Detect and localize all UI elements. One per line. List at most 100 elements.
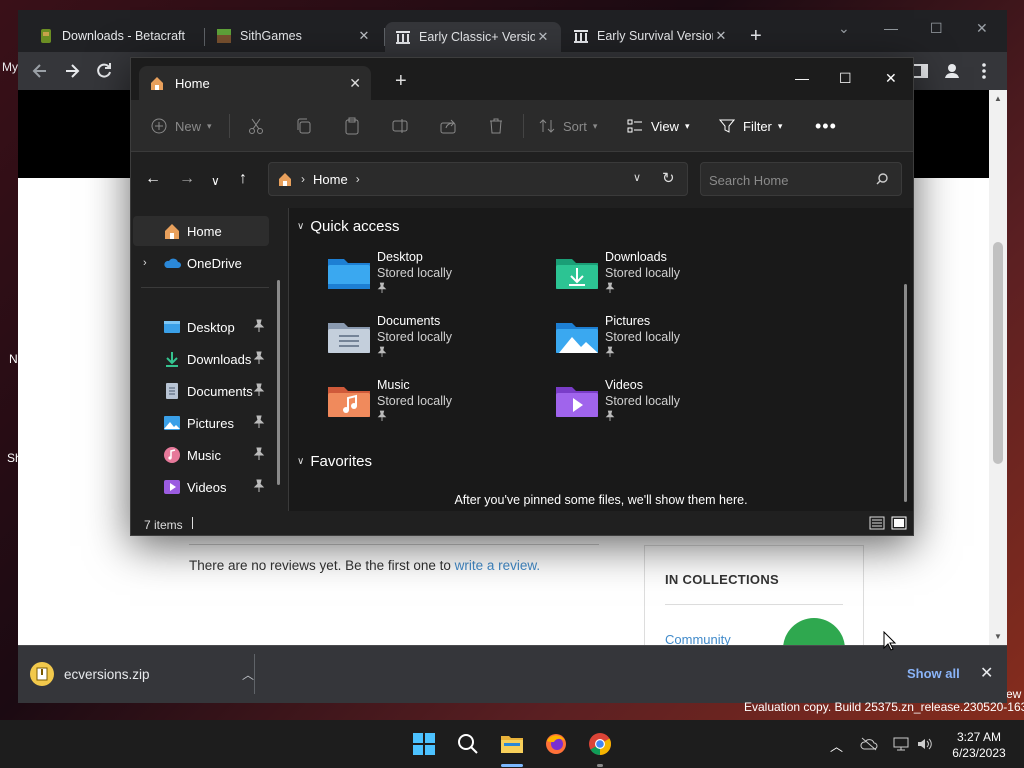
nav-item-music[interactable]: Music — [133, 440, 269, 470]
explorer-minimize-button[interactable]: — — [795, 70, 809, 86]
favorites-header[interactable]: ∨ Favorites — [297, 453, 372, 470]
chrome-minimize-button[interactable]: — — [884, 20, 898, 36]
windows-start-icon[interactable] — [412, 732, 436, 756]
new-tab-button[interactable]: + — [750, 26, 762, 46]
page-scrollbar[interactable]: ▲ ▼ — [989, 90, 1007, 645]
paste-icon[interactable] — [343, 116, 361, 136]
pin-icon[interactable] — [253, 415, 265, 429]
expand-chevron-icon[interactable]: › — [143, 257, 163, 269]
search-icon[interactable] — [875, 172, 889, 186]
search-icon[interactable] — [456, 732, 480, 756]
back-arrow-icon[interactable] — [30, 61, 50, 81]
recent-locations-chevron-icon[interactable]: ∨ — [211, 174, 220, 188]
forward-arrow-icon[interactable]: → — [179, 170, 195, 188]
up-arrow-icon[interactable]: ↑ — [239, 170, 247, 188]
rename-icon[interactable] — [391, 116, 409, 136]
nav-pane-scrollbar[interactable] — [277, 280, 280, 485]
chrome-tab-early-classic[interactable]: Early Classic+ Versions ✕ — [385, 22, 561, 52]
volume-icon[interactable] — [916, 736, 934, 752]
details-view-icon[interactable] — [869, 516, 885, 530]
file-explorer-icon[interactable] — [500, 732, 524, 756]
back-arrow-icon[interactable]: ← — [145, 170, 161, 188]
chevron-down-icon[interactable]: ∨ — [297, 221, 304, 232]
pin-icon — [605, 346, 615, 357]
network-icon[interactable] — [892, 736, 910, 752]
quick-access-documents[interactable]: Documents Stored locally — [327, 314, 527, 364]
explorer-tab-home[interactable]: Home ✕ — [139, 66, 371, 100]
nav-item-pictures[interactable]: Pictures — [133, 408, 269, 438]
chevron-up-icon[interactable]: ︿ — [830, 736, 843, 755]
tab-search-icon[interactable]: ⌄ — [838, 20, 850, 37]
close-icon[interactable]: ✕ — [349, 75, 361, 92]
firefox-icon[interactable] — [544, 732, 568, 756]
download-item[interactable]: ecversions.zip ︿ — [30, 656, 254, 692]
pin-icon[interactable] — [253, 319, 265, 333]
address-bar[interactable]: › Home › ∨ ↻ — [268, 162, 688, 196]
scrollbar-thumb[interactable] — [993, 242, 1003, 464]
new-button[interactable]: New ▾ — [151, 116, 212, 136]
kebab-menu-icon[interactable] — [974, 61, 994, 81]
chrome-close-button[interactable]: ✕ — [976, 20, 988, 37]
chrome-maximize-button[interactable]: ☐ — [930, 20, 943, 37]
quick-access-music[interactable]: Music Stored locally — [327, 378, 527, 428]
tiles-view-icon[interactable] — [891, 516, 907, 530]
chrome-tab-downloads[interactable]: Downloads - Betacraft — [28, 23, 204, 49]
refresh-icon[interactable]: ↻ — [662, 169, 675, 187]
search-box[interactable] — [700, 162, 902, 196]
chevron-up-icon[interactable]: ︿ — [242, 666, 254, 683]
search-input[interactable] — [709, 171, 869, 189]
nav-item-documents[interactable]: Documents — [133, 376, 269, 406]
explorer-maximize-button[interactable]: ☐ — [839, 70, 852, 87]
sort-button[interactable]: Sort ▾ — [539, 116, 597, 136]
copy-icon[interactable] — [295, 116, 313, 136]
nav-item-desktop[interactable]: Desktop — [133, 312, 269, 342]
pin-icon[interactable] — [253, 447, 265, 461]
close-download-bar-icon[interactable]: ✕ — [980, 663, 993, 683]
content-scrollbar[interactable] — [904, 284, 907, 502]
taskbar-clock[interactable]: 3:27 AM 6/23/2023 — [946, 729, 1012, 761]
collection-badge-icon[interactable] — [783, 618, 845, 645]
pin-icon[interactable] — [253, 479, 265, 493]
write-review-link[interactable]: write a review. — [455, 558, 541, 573]
nav-item-downloads[interactable]: Downloads — [133, 344, 269, 374]
quick-access-desktop[interactable]: Desktop Stored locally — [327, 250, 527, 300]
filter-button[interactable]: Filter ▾ — [719, 116, 782, 136]
pin-icon[interactable] — [253, 351, 265, 365]
scroll-up-icon[interactable]: ▲ — [994, 94, 1002, 103]
view-button[interactable]: View ▾ — [627, 116, 689, 136]
cut-icon[interactable] — [247, 116, 265, 136]
nav-item-onedrive[interactable]: › OneDrive — [133, 248, 269, 278]
nav-item-home[interactable]: Home — [133, 216, 269, 246]
quick-access-header[interactable]: ∨ Quick access — [297, 218, 400, 235]
scroll-down-icon[interactable]: ▼ — [994, 632, 1002, 641]
reload-icon[interactable] — [94, 61, 114, 81]
chrome-tab-sithgames[interactable]: SithGames ✕ — [206, 23, 382, 49]
chrome-tab-early-survival[interactable]: Early Survival Versions ✕ — [563, 23, 739, 49]
share-icon[interactable] — [439, 116, 457, 136]
show-all-button[interactable]: Show all — [907, 666, 960, 681]
quick-access-downloads[interactable]: Downloads Stored locally — [555, 250, 755, 300]
nav-item-videos[interactable]: Videos — [133, 472, 269, 502]
breadcrumb-home[interactable]: Home — [313, 172, 348, 187]
more-options-button[interactable]: ••• — [815, 116, 837, 136]
profile-avatar-icon[interactable] — [942, 61, 962, 81]
community-link[interactable]: Community — [665, 632, 731, 645]
close-icon[interactable]: ✕ — [535, 29, 551, 45]
close-icon[interactable]: ✕ — [356, 28, 372, 44]
chevron-right-icon[interactable]: › — [356, 172, 360, 186]
forward-arrow-icon[interactable] — [62, 61, 82, 81]
address-dropdown-icon[interactable]: ∨ — [633, 171, 641, 184]
chevron-down-icon[interactable]: ∨ — [297, 456, 304, 467]
running-app-indicator — [597, 764, 603, 767]
bookmark-text[interactable]: My — [2, 60, 18, 74]
close-icon[interactable]: ✕ — [713, 28, 729, 44]
explorer-close-button[interactable]: ✕ — [885, 70, 897, 87]
cloud-offline-icon[interactable] — [860, 736, 878, 752]
quick-access-pictures[interactable]: Pictures Stored locally — [555, 314, 755, 364]
chrome-icon[interactable] — [588, 732, 612, 756]
quick-access-videos[interactable]: Videos Stored locally — [555, 378, 755, 428]
new-tab-button[interactable]: + — [395, 70, 407, 93]
sort-icon — [539, 119, 555, 133]
delete-icon[interactable] — [487, 116, 505, 136]
pin-icon[interactable] — [253, 383, 265, 397]
